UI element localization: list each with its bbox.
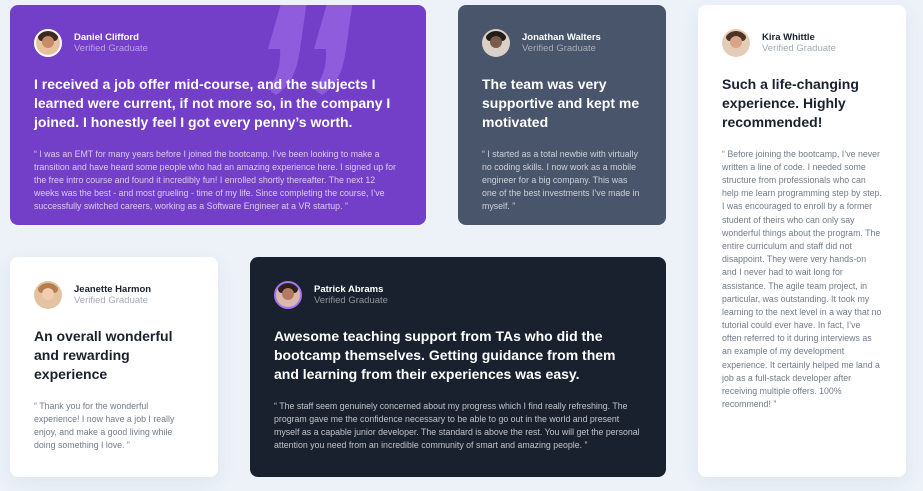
testimonial-card-kira-whittle: Kira Whittle Verified Graduate Such a li… xyxy=(698,5,906,477)
avatar xyxy=(34,281,62,309)
testimonial-quote: “ I was an EMT for many years before I j… xyxy=(34,148,396,212)
testimonial-quote: “ Thank you for the wonderful experience… xyxy=(34,400,175,451)
testimonial-card-jeanette-harmon: Jeanette Harmon Verified Graduate An ove… xyxy=(10,257,218,477)
testimonial-header: Daniel Clifford Verified Graduate xyxy=(34,29,402,57)
person-role: Verified Graduate xyxy=(74,295,148,306)
testimonial-quote: “ Before joining the bootcamp, I’ve neve… xyxy=(722,148,882,410)
person-name: Jonathan Walters xyxy=(522,31,601,43)
person-name: Patrick Abrams xyxy=(314,283,384,295)
avatar xyxy=(34,29,62,57)
testimonial-quote: “ The staff seem genuinely concerned abo… xyxy=(274,400,640,451)
person-role: Verified Graduate xyxy=(314,295,388,306)
person-details: Jeanette Harmon Verified Graduate xyxy=(74,284,151,307)
testimonial-quote: “ I started as a total newbie with virtu… xyxy=(482,148,640,212)
person-role: Verified Graduate xyxy=(74,43,148,54)
testimonial-card-patrick-abrams: Patrick Abrams Verified Graduate Awesome… xyxy=(250,257,666,477)
testimonial-headline: Awesome teaching support from TAs who di… xyxy=(274,328,616,382)
testimonial-headline: An overall wonderful and rewarding exper… xyxy=(34,328,173,382)
testimonial-card-daniel-clifford: Daniel Clifford Verified Graduate I rece… xyxy=(10,5,426,225)
person-name: Daniel Clifford xyxy=(74,31,139,43)
person-details: Kira Whittle Verified Graduate xyxy=(762,32,836,55)
testimonial-headline: I received a job offer mid-course, and t… xyxy=(34,76,391,130)
testimonial-headline: Such a life-changing experience. Highly … xyxy=(722,76,859,130)
testimonial-header: Jeanette Harmon Verified Graduate xyxy=(34,281,194,309)
person-name: Jeanette Harmon xyxy=(74,283,152,295)
person-details: Patrick Abrams Verified Graduate xyxy=(314,284,388,307)
avatar xyxy=(482,29,510,57)
avatar xyxy=(274,281,302,309)
avatar xyxy=(722,29,750,57)
person-role: Verified Graduate xyxy=(522,43,596,54)
testimonial-header: Jonathan Walters Verified Graduate xyxy=(482,29,642,57)
person-name: Kira Whittle xyxy=(762,31,815,43)
person-details: Daniel Clifford Verified Graduate xyxy=(74,32,148,55)
testimonial-header: Kira Whittle Verified Graduate xyxy=(722,29,882,57)
testimonial-header: Patrick Abrams Verified Graduate xyxy=(274,281,642,309)
testimonial-card-jonathan-walters: Jonathan Walters Verified Graduate The t… xyxy=(458,5,666,225)
person-details: Jonathan Walters Verified Graduate xyxy=(522,32,601,55)
person-role: Verified Graduate xyxy=(762,43,836,54)
testimonial-headline: The team was very supportive and kept me… xyxy=(482,76,640,130)
